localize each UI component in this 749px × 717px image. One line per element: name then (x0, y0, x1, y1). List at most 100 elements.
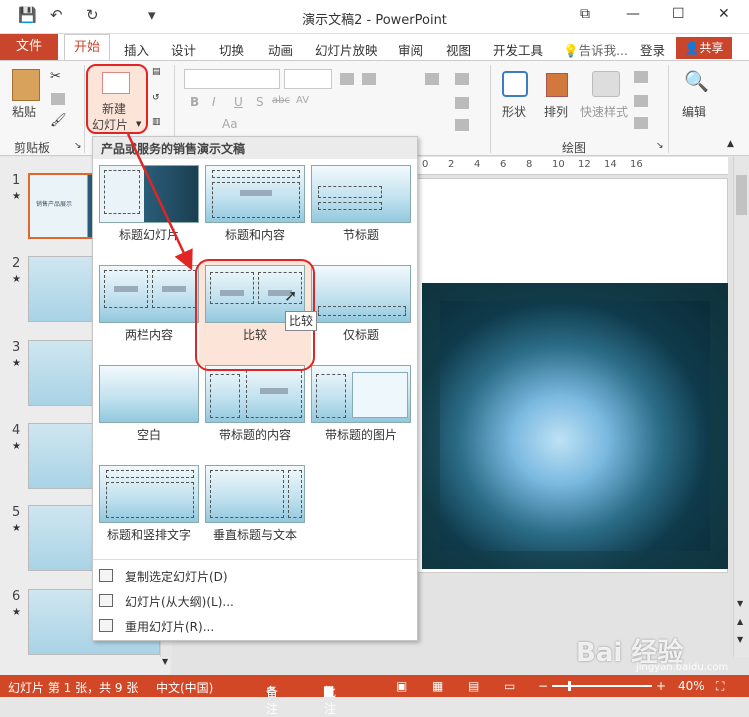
tab-insert[interactable]: 插入 (124, 40, 149, 59)
tab-design[interactable]: 设计 (171, 40, 196, 59)
layout-label: 带标题的图片 (324, 428, 397, 442)
char-spacing-button[interactable]: AV (296, 95, 309, 106)
slide-sorter-icon[interactable]: ▦ (432, 679, 443, 693)
layout-label: 仅标题 (342, 328, 379, 342)
shapes-icon[interactable] (502, 71, 528, 97)
tab-animations[interactable]: 动画 (268, 40, 293, 59)
slide-count: 幻灯片 第 1 张，共 9 张 (8, 681, 139, 695)
find-icon[interactable]: 🔍 (684, 69, 709, 93)
strikethrough-button[interactable]: abc (272, 95, 290, 106)
slide-number: 1 (12, 173, 21, 188)
layout-title-slide[interactable]: 标题幻灯片 (99, 165, 199, 265)
text-direction-icon[interactable] (455, 73, 469, 85)
change-case-button[interactable]: Aa (222, 117, 238, 131)
scroll-down-icon[interactable]: ▼ (737, 599, 743, 608)
copy-icon[interactable] (51, 93, 65, 105)
reset-icon[interactable]: ↺ (152, 93, 160, 103)
arrange-button[interactable]: 排列 (544, 103, 568, 120)
dialog-launcher-icon[interactable]: ↘ (74, 141, 82, 151)
quick-styles-icon[interactable] (592, 71, 620, 97)
lightbulb-icon: 💡 (563, 43, 579, 58)
underline-button[interactable]: U (234, 95, 243, 109)
ribbon-display-icon[interactable]: ⧉ (580, 6, 590, 22)
tab-developer[interactable]: 开发工具 (493, 40, 543, 59)
layout-icon[interactable]: ▤ (152, 67, 161, 77)
section-icon[interactable]: ▥ (152, 117, 161, 127)
placeholder-box (106, 470, 194, 478)
ruler-tick: 0 (422, 159, 429, 170)
layout-vertical-title-text[interactable]: 垂直标题与文本 (205, 465, 305, 565)
tell-me-box[interactable]: 💡告诉我... (563, 40, 628, 59)
smartart-icon[interactable] (455, 119, 469, 131)
layout-content-with-caption[interactable]: 带标题的内容 (205, 365, 305, 465)
zoom-slider-thumb[interactable] (568, 681, 571, 691)
layout-section-header[interactable]: 节标题 (311, 165, 411, 265)
tab-slideshow[interactable]: 幻灯片放映 (315, 40, 378, 59)
normal-view-icon[interactable]: ▣ (396, 679, 407, 693)
scroll-down-icon[interactable]: ▼ (162, 657, 168, 666)
tab-review[interactable]: 审阅 (398, 40, 423, 59)
layout-two-content[interactable]: 两栏内容 (99, 265, 199, 365)
language-indicator[interactable]: 中文(中国) (156, 679, 213, 696)
layout-title-and-content[interactable]: 标题和内容 (205, 165, 305, 265)
dialog-launcher-icon[interactable]: ↘ (656, 141, 664, 151)
bold-button[interactable]: B (190, 95, 199, 109)
format-painter-icon[interactable]: 🖌 (50, 113, 67, 128)
shadow-button[interactable]: S (256, 95, 264, 109)
layout-title-only[interactable]: 仅标题 (311, 265, 411, 365)
font-name-box[interactable] (184, 69, 280, 89)
maximize-button[interactable]: ☐ (672, 6, 685, 22)
shape-outline-icon[interactable] (634, 95, 648, 107)
new-slide-button[interactable]: 新建 幻灯片 ▼ (86, 64, 148, 134)
italic-button[interactable]: I (212, 95, 216, 109)
shapes-button[interactable]: 形状 (502, 103, 526, 120)
fit-slide-icon[interactable]: ⛶ (716, 679, 724, 694)
ruler-tick: 12 (578, 159, 591, 170)
paste-icon[interactable] (12, 69, 40, 101)
new-slide-label-2: 幻灯片 (92, 118, 129, 132)
duplicate-slides-item[interactable]: 复制选定幻灯片(D) (93, 564, 417, 588)
slides-from-outline-item[interactable]: 幻灯片(从大纲)(L)... (93, 589, 417, 613)
close-button[interactable]: ✕ (718, 6, 730, 22)
ruler-tick: 2 (448, 159, 455, 170)
layout-title-vertical-text[interactable]: 标题和竖排文字 (99, 465, 199, 565)
align-text-icon[interactable] (455, 97, 469, 109)
tab-home[interactable]: 开始 (64, 34, 110, 61)
slide-number: 4 (12, 423, 21, 438)
cut-icon[interactable]: ✂ (50, 69, 61, 84)
prev-slide-icon[interactable]: ▲ (737, 617, 743, 626)
scroll-thumb[interactable] (736, 175, 747, 215)
quick-styles-button[interactable]: 快速样式 (580, 103, 628, 120)
layout-blank[interactable]: 空白 (99, 365, 199, 465)
layout-label: 标题和竖排文字 (106, 528, 191, 542)
sign-in-link[interactable]: 登录 (640, 40, 665, 59)
collapse-ribbon-icon[interactable]: ▲ (727, 139, 734, 149)
arrange-icon[interactable] (546, 73, 568, 97)
font-size-box[interactable] (284, 69, 332, 89)
minimize-button[interactable]: — (626, 6, 640, 22)
reading-view-icon[interactable]: ▤ (468, 679, 479, 693)
layout-preview (311, 365, 411, 423)
editing-scrollbar[interactable]: ▼ ▲ ▼ (733, 157, 749, 657)
slide-number: 6 (12, 589, 21, 604)
numbering-icon[interactable] (362, 73, 376, 85)
line-spacing-icon[interactable] (425, 73, 439, 85)
zoom-level[interactable]: 40% (678, 679, 705, 693)
shape-effects-icon[interactable] (634, 117, 648, 129)
tab-view[interactable]: 视图 (446, 40, 471, 59)
share-button[interactable]: 👤共享 (676, 37, 732, 59)
next-slide-icon[interactable]: ▼ (737, 635, 743, 644)
editing-button[interactable]: 编辑 (682, 103, 706, 120)
bullets-icon[interactable] (340, 73, 354, 85)
tab-file[interactable]: 文件 (0, 34, 58, 60)
zoom-slider[interactable] (552, 685, 652, 687)
tab-transitions[interactable]: 切换 (219, 40, 244, 59)
paste-button[interactable]: 粘贴 (12, 103, 36, 120)
slideshow-icon[interactable]: ▭ (504, 679, 515, 693)
zoom-out-icon[interactable]: − (538, 679, 548, 693)
shape-fill-icon[interactable] (634, 71, 648, 83)
zoom-in-icon[interactable]: + (656, 679, 666, 693)
layout-picture-with-caption[interactable]: 带标题的图片 (311, 365, 411, 465)
reuse-slides-item[interactable]: 重用幻灯片(R)... (93, 614, 417, 638)
gallery-header: 产品或服务的销售演示文稿 (93, 137, 417, 159)
